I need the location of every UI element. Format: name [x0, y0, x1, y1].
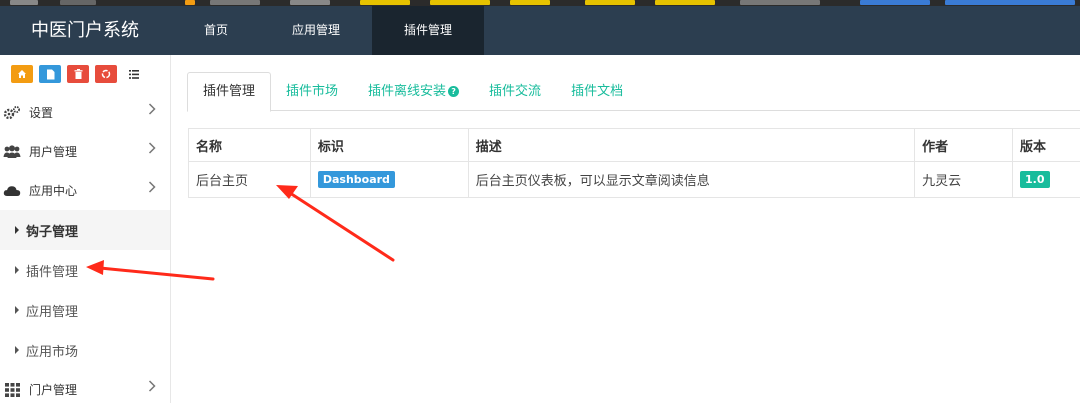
sidebar: 设置 用户管理 应用中心 钩子管理 插件管理 应用管理 应用市场 [0, 55, 171, 403]
sidebar-subitem-hooks[interactable]: 钩子管理 [0, 210, 170, 250]
list-icon[interactable] [125, 65, 143, 83]
file-icon[interactable] [39, 65, 61, 83]
sidebar-item-label: 设置 [29, 104, 53, 121]
caret-right-icon [15, 266, 19, 274]
sidebar-item-users[interactable]: 用户管理 [0, 132, 170, 171]
plugin-description-cell: 后台主页仪表板，可以显示文章阅读信息 [468, 162, 914, 198]
cloud-icon [3, 185, 21, 197]
plugin-version-cell: 1.0 [1013, 162, 1080, 198]
plugin-tabs: 插件管理 插件市场 插件离线安装 ? 插件交流 插件文档 [187, 72, 1080, 111]
caret-right-icon [15, 226, 19, 234]
tab-offline-install[interactable]: 插件离线安装 ? [353, 72, 474, 111]
users-icon [3, 145, 21, 159]
main-content: 插件管理 插件市场 插件离线安装 ? 插件交流 插件文档 名称 标识 描述 作者… [171, 55, 1080, 403]
sidebar-item-label: 应用中心 [29, 182, 77, 199]
tab-plugin-community[interactable]: 插件交流 [474, 72, 556, 111]
identifier-badge: Dashboard [318, 171, 395, 188]
sidebar-subitem-label: 插件管理 [26, 261, 78, 280]
tab-label: 插件离线安装 [368, 73, 446, 111]
caret-right-icon [15, 346, 19, 354]
sidebar-subitem-plugins[interactable]: 插件管理 [0, 250, 170, 290]
top-navbar: 中医门户系统 首页 应用管理 插件管理 [0, 6, 1080, 55]
plugin-name-cell: 后台主页 [189, 162, 311, 198]
chevron-right-icon [148, 142, 156, 158]
column-header-identifier: 标识 [310, 129, 468, 162]
sidebar-item-app-center[interactable]: 应用中心 [0, 171, 170, 210]
sidebar-subitem-label: 应用管理 [26, 301, 78, 320]
shortcut-bar [0, 55, 170, 93]
table-header-row: 名称 标识 描述 作者 版本 [189, 129, 1080, 162]
sidebar-item-portal[interactable]: 门户管理 [0, 370, 170, 409]
chevron-right-icon [148, 380, 156, 396]
grid-icon [3, 383, 21, 397]
plugin-author-cell: 九灵云 [915, 162, 1013, 198]
home-icon[interactable] [11, 65, 33, 83]
question-circle-icon[interactable]: ? [448, 86, 459, 97]
recycle-icon[interactable] [95, 65, 117, 83]
tab-plugin-market[interactable]: 插件市场 [271, 72, 353, 111]
column-header-author: 作者 [915, 129, 1013, 162]
table-row: 后台主页 Dashboard 后台主页仪表板，可以显示文章阅读信息 九灵云 1.… [189, 162, 1080, 198]
plugin-identifier-cell: Dashboard [310, 162, 468, 198]
chevron-right-icon [148, 181, 156, 197]
sidebar-item-label: 用户管理 [29, 143, 77, 160]
topnav-app-management[interactable]: 应用管理 [260, 6, 372, 55]
topnav-home[interactable]: 首页 [172, 6, 260, 55]
sidebar-subitem-apps[interactable]: 应用管理 [0, 290, 170, 330]
column-header-version: 版本 [1013, 129, 1080, 162]
gears-icon [3, 105, 21, 121]
tab-plugin-docs[interactable]: 插件文档 [556, 72, 638, 111]
sidebar-subitem-label: 钩子管理 [26, 221, 78, 240]
sidebar-subitem-app-market[interactable]: 应用市场 [0, 330, 170, 370]
sidebar-item-settings[interactable]: 设置 [0, 93, 170, 132]
plugin-table: 名称 标识 描述 作者 版本 后台主页 Dashboard 后台主页仪表板，可以… [188, 128, 1080, 198]
caret-right-icon [15, 306, 19, 314]
topnav-plugin-management[interactable]: 插件管理 [372, 6, 484, 55]
column-header-name: 名称 [189, 129, 311, 162]
sidebar-subitem-label: 应用市场 [26, 341, 78, 360]
brand-logo[interactable]: 中医门户系统 [0, 6, 170, 55]
chevron-right-icon [148, 103, 156, 119]
sidebar-item-label: 门户管理 [29, 381, 77, 398]
top-nav: 首页 应用管理 插件管理 [172, 6, 484, 55]
trash-icon[interactable] [67, 65, 89, 83]
version-badge: 1.0 [1020, 171, 1050, 188]
tab-plugin-management[interactable]: 插件管理 [187, 72, 271, 112]
column-header-description: 描述 [468, 129, 914, 162]
